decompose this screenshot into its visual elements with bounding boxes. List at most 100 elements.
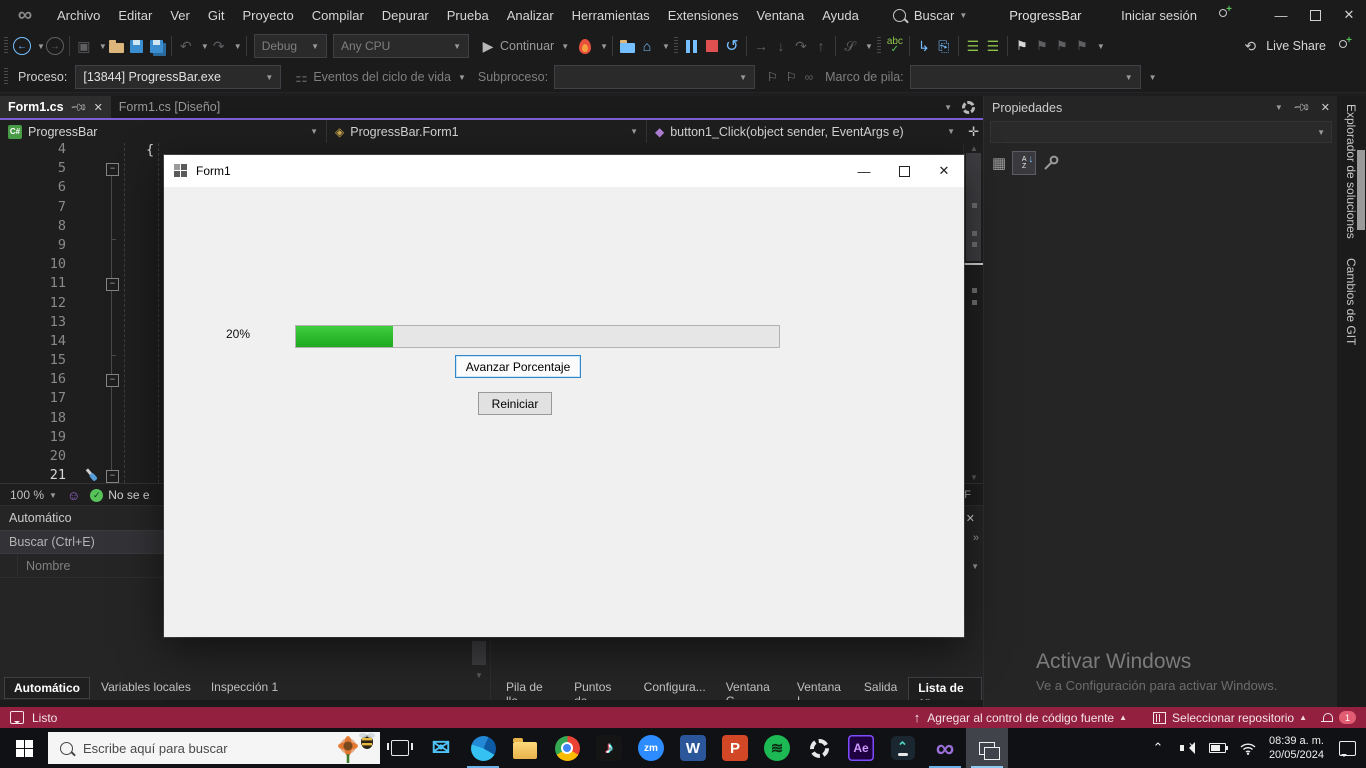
avanzar-porcentaje-button[interactable]: Avanzar Porcentaje (455, 355, 581, 378)
restart-button[interactable]: ↺ (722, 35, 742, 57)
split-window-icon[interactable]: ✛ (968, 124, 979, 140)
live-share-icon[interactable]: ⟲ (1240, 35, 1260, 57)
chevron-down-icon[interactable]: ▼ (1097, 42, 1105, 51)
bing-daily-flower-image[interactable] (334, 732, 378, 764)
navigate-forward-button[interactable]: → (45, 35, 65, 57)
chevron-down-icon[interactable]: ▼ (99, 42, 107, 51)
editor-scrollbar[interactable]: ▲ ▼ (963, 143, 984, 483)
close-button[interactable]: ✕ (1332, 0, 1366, 30)
taskbar-search-input[interactable]: Escribe aquí para buscar (48, 732, 380, 764)
menu-ayuda[interactable]: Ayuda (813, 0, 868, 30)
gear-icon[interactable] (962, 101, 975, 114)
step-out-button[interactable]: ↷ (791, 35, 811, 57)
flag-columns-icon[interactable]: ⚐ (786, 70, 797, 84)
chevron-down-icon[interactable]: ▼ (201, 42, 209, 51)
taskbar-winforms-app[interactable] (966, 728, 1008, 768)
solution-explorer-home-button[interactable]: ⌂ (637, 35, 657, 57)
taskbar-powerpoint[interactable]: P (714, 728, 756, 768)
break-all-button[interactable] (682, 35, 702, 57)
solution-configuration-dropdown[interactable]: Debug▼ (254, 34, 327, 58)
member-dropdown[interactable]: ◆ button1_Click(object sender, EventArgs… (647, 120, 963, 143)
solution-platform-dropdown[interactable]: Any CPU▼ (333, 34, 469, 58)
tab-form1-designer[interactable]: Form1.cs [Diseño] (111, 96, 228, 118)
fold-toggle-line5[interactable]: − (106, 163, 119, 176)
find-in-files-button[interactable] (617, 35, 637, 57)
scroll-up-icon[interactable]: ▲ (964, 144, 984, 153)
scrollbar-thumb[interactable] (472, 641, 486, 665)
chevron-down-icon[interactable]: ▼ (971, 562, 979, 571)
chevron-down-icon[interactable]: ▼ (37, 42, 45, 51)
menu-ventana[interactable]: Ventana (748, 0, 814, 30)
subprocess-dropdown[interactable]: ▼ (554, 65, 755, 89)
tab-form1-cs[interactable]: Form1.cs 📌︎ ✕ (0, 96, 111, 118)
object-selector-dropdown[interactable]: ▼ (990, 121, 1332, 143)
close-panel-icon[interactable]: ✕ (966, 512, 975, 525)
hot-reload-button[interactable] (575, 35, 595, 57)
add-source-control-button[interactable]: Agregar al control de código fuente (927, 711, 1114, 725)
tab-explorador-de-soluciones[interactable]: Explorador de soluciones (1344, 104, 1358, 239)
stack-frame-dropdown[interactable]: ▼ (910, 65, 1141, 89)
tray-chevron-up-icon[interactable]: ⌃ (1143, 728, 1173, 768)
toggle-bookmark-button[interactable]: ⚑ (1012, 35, 1032, 57)
tab-inspeccion-1[interactable]: Inspección 1 (202, 677, 287, 697)
menu-prueba[interactable]: Prueba (438, 0, 498, 30)
volume-muted-icon[interactable] (1173, 728, 1203, 768)
task-view-button[interactable] (380, 728, 420, 768)
navigate-back-button[interactable]: ← (12, 35, 32, 57)
sign-in-button[interactable]: Iniciar sesión (1112, 0, 1206, 30)
properties-header[interactable]: Propiedades ▼ 📌︎ ✕ (984, 96, 1338, 119)
save-all-button[interactable] (147, 35, 167, 57)
battery-icon[interactable] (1203, 728, 1233, 768)
notification-count-badge[interactable]: 1 (1339, 711, 1356, 724)
background-tasks-icon[interactable] (10, 711, 24, 724)
find-references-button[interactable]: ⎘ (934, 35, 954, 57)
chevron-down-icon[interactable]: ▼ (662, 42, 670, 51)
lifecycle-label[interactable]: Eventos del ciclo de vida (313, 70, 451, 84)
start-button[interactable] (0, 728, 48, 768)
previous-bookmark-button[interactable]: ⚑ (1032, 35, 1052, 57)
taskbar-word[interactable]: W (672, 728, 714, 768)
open-file-button[interactable] (107, 35, 127, 57)
chevron-down-icon[interactable]: ▼ (600, 42, 608, 51)
taskbar-settings[interactable] (798, 728, 840, 768)
toolbar-overflow-icon[interactable]: ▼ (1149, 73, 1157, 82)
menu-git[interactable]: Git (199, 0, 234, 30)
quick-actions-screwdriver-icon[interactable] (81, 465, 101, 485)
save-button[interactable] (127, 35, 147, 57)
taskbar-tiktok[interactable]: ♪ (588, 728, 630, 768)
feedback-smiley-icon[interactable]: ☺ (67, 488, 80, 503)
categorized-view-icon[interactable]: ▦ (992, 154, 1006, 172)
next-bookmark-button[interactable]: ⚑ (1052, 35, 1072, 57)
action-center-icon[interactable] (1332, 728, 1362, 768)
live-share-label[interactable]: Live Share (1266, 39, 1326, 53)
taskbar-edge[interactable] (462, 728, 504, 768)
wifi-icon[interactable] (1233, 728, 1263, 768)
goto-definition-button[interactable]: ↳ (914, 35, 934, 57)
form-maximize-button[interactable] (884, 155, 924, 187)
menu-archivo[interactable]: Archivo (48, 0, 109, 30)
zoom-level-dropdown[interactable]: 100 % (10, 488, 44, 502)
watch-scrollbar[interactable]: ▼ (471, 639, 488, 699)
clear-bookmarks-button[interactable]: ⚑ (1072, 35, 1092, 57)
taskbar-after-effects[interactable]: Ae (840, 728, 882, 768)
toolbar-grip[interactable] (4, 37, 8, 55)
tab-salida[interactable]: Salida (855, 677, 906, 697)
taskbar-mail[interactable]: ✉ (420, 728, 462, 768)
taskbar-chrome[interactable] (546, 728, 588, 768)
new-project-button[interactable]: ▣ (74, 35, 94, 57)
toolbar-overflow-icon[interactable]: » (973, 532, 979, 544)
undo-button[interactable]: ↶ (176, 35, 196, 57)
taskbar-zoom[interactable]: zm (630, 728, 672, 768)
fold-toggle-line21[interactable]: − (106, 470, 119, 483)
tab-automatico[interactable]: Automático (4, 677, 90, 699)
scroll-down-icon[interactable]: ▼ (471, 671, 487, 680)
menu-compilar[interactable]: Compilar (303, 0, 373, 30)
menu-extensiones[interactable]: Extensiones (659, 0, 748, 30)
select-repository-button[interactable]: Seleccionar repositorio (1172, 711, 1294, 725)
pin-icon[interactable]: 📌︎ (1292, 98, 1311, 117)
form-close-button[interactable]: ✕ (924, 155, 964, 187)
menu-ver[interactable]: Ver (161, 0, 199, 30)
scroll-down-icon[interactable]: ▼ (964, 473, 984, 482)
tab-cambios-de-git[interactable]: Cambios de GIT (1344, 258, 1358, 345)
taskbar-file-explorer[interactable] (504, 728, 546, 768)
